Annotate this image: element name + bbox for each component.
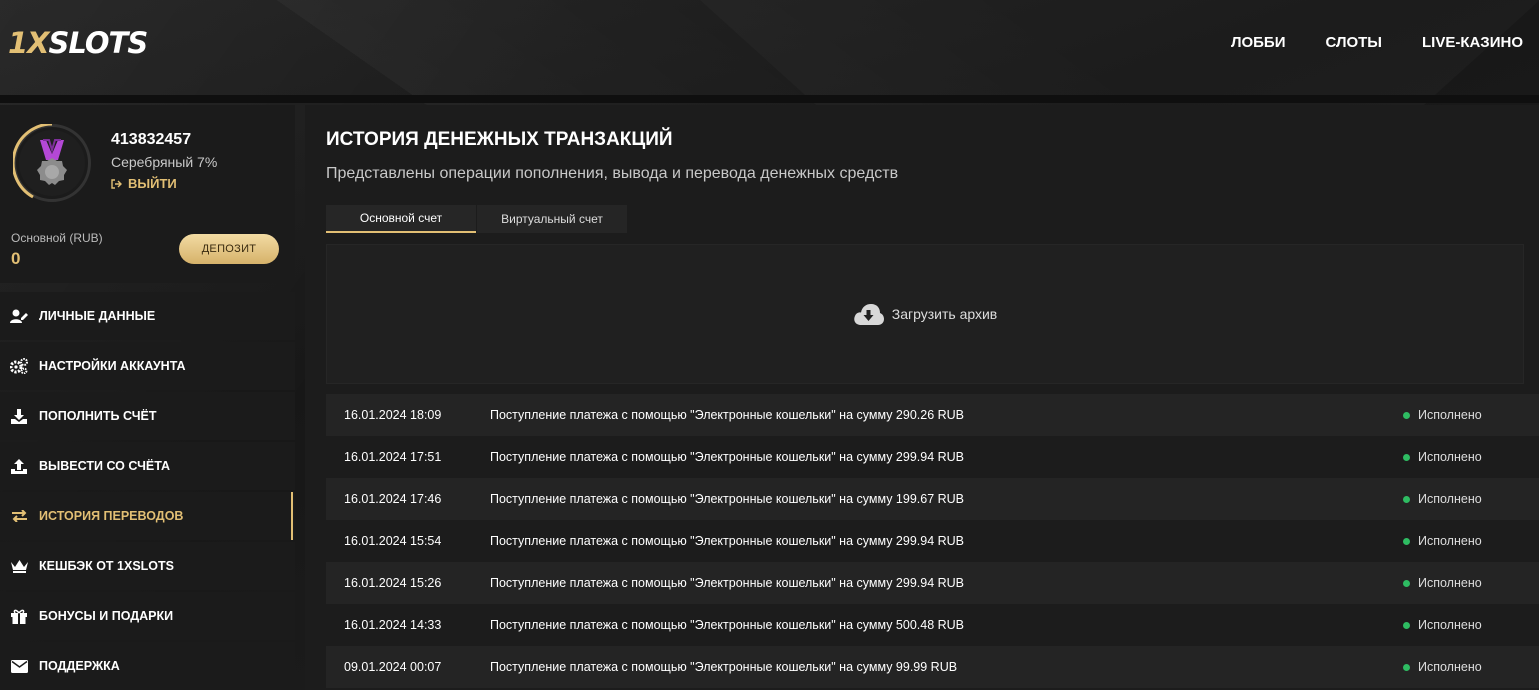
table-row: 16.01.2024 17:46 Поступление платежа с по… (326, 478, 1539, 520)
main-nav: ЛОББИ СЛОТЫ LIVE-КАЗИНО (1231, 34, 1523, 51)
account-menu: ЛИЧНЫЕ ДАННЫЕ НАСТРОЙКИ АККАУНТА ПОПОЛНИ… (0, 292, 295, 690)
deposit-button[interactable]: ДЕПОЗИТ (179, 234, 279, 264)
transaction-status: Исполнено (1403, 492, 1539, 506)
table-row: 16.01.2024 14:33 Поступление платежа с по… (326, 604, 1539, 646)
upload-icon (10, 458, 28, 474)
transaction-status: Исполнено (1403, 576, 1539, 590)
transaction-description: Поступление платежа с помощью "Электронн… (490, 618, 965, 632)
page-title: ИСТОРИЯ ДЕНЕЖНЫХ ТРАНЗАКЦИЙ (326, 129, 673, 150)
avatar (13, 124, 91, 202)
logout-icon (111, 178, 122, 189)
user-id: 413832457 (111, 131, 192, 148)
transaction-status: Исполнено (1403, 408, 1539, 422)
status-dot-icon (1403, 411, 1410, 419)
transactions-table: 16.01.2024 18:09 Поступление платежа с по… (326, 394, 1539, 688)
menu-item-transfer-history[interactable]: ИСТОРИЯ ПЕРЕВОДОВ (0, 492, 295, 540)
transaction-date: 16.01.2024 14:33 (344, 618, 442, 632)
transaction-status: Исполнено (1403, 660, 1539, 674)
status-dot-icon (1403, 495, 1410, 503)
transaction-date: 16.01.2024 17:51 (344, 450, 442, 464)
menu-item-withdraw[interactable]: ВЫВЕСТИ СО СЧЁТА (0, 442, 295, 490)
menu-item-account-settings[interactable]: НАСТРОЙКИ АККАУНТА (0, 342, 295, 390)
menu-item-bonuses[interactable]: БОНУСЫ И ПОДАРКИ (0, 592, 295, 640)
menu-item-personal-data[interactable]: ЛИЧНЫЕ ДАННЫЕ (0, 292, 295, 340)
menu-item-support[interactable]: ПОДДЕРЖКА (0, 642, 295, 690)
page-subtitle: Представлены операции пополнения, вывода… (326, 165, 899, 182)
medal-icon (19, 130, 85, 196)
transaction-date: 16.01.2024 15:26 (344, 576, 442, 590)
gift-icon (10, 608, 28, 624)
table-row: 16.01.2024 15:26 Поступление платежа с по… (326, 562, 1539, 604)
transaction-date: 09.01.2024 00:07 (344, 660, 442, 674)
cloud-download-icon (854, 304, 884, 325)
transaction-date: 16.01.2024 18:09 (344, 408, 442, 422)
crown-icon (10, 558, 28, 574)
balance-label: Основной (RUB) (11, 231, 103, 245)
nav-lobby[interactable]: ЛОББИ (1231, 34, 1286, 51)
table-row: 16.01.2024 18:09 Поступление платежа с по… (326, 394, 1539, 436)
load-archive-button[interactable]: Загрузить архив (326, 244, 1524, 384)
logo[interactable]: 1X SLOTS (8, 26, 148, 60)
user-edit-icon (10, 308, 28, 324)
transaction-description: Поступление платежа с помощью "Электронн… (490, 576, 965, 590)
tab-main-account[interactable]: Основной счет (326, 205, 476, 233)
status-dot-icon (1403, 453, 1410, 461)
table-row: 16.01.2024 15:54 Поступление платежа с по… (326, 520, 1539, 562)
transaction-date: 16.01.2024 15:54 (344, 534, 442, 548)
menu-item-cashback[interactable]: КЕШБЭК ОТ 1XSLOTS (0, 542, 295, 590)
tab-virtual-account[interactable]: Виртуальный счет (477, 205, 627, 233)
table-row: 16.01.2024 17:51 Поступление платежа с по… (326, 436, 1539, 478)
balance-value: 0 (11, 249, 21, 268)
transaction-status: Исполнено (1403, 618, 1539, 632)
sidebar: 413832457 Серебряный 7% ВЫЙТИ Основной (… (0, 105, 295, 690)
gears-icon (10, 358, 28, 374)
header-divider (0, 95, 1539, 103)
user-level: Серебряный 7% (111, 154, 218, 170)
transaction-description: Поступление платежа с помощью "Электронн… (490, 408, 965, 422)
transfer-arrows-icon (10, 508, 28, 524)
logout-link[interactable]: ВЫЙТИ (111, 176, 177, 191)
nav-slots[interactable]: СЛОТЫ (1325, 34, 1382, 51)
transaction-status: Исполнено (1403, 534, 1539, 548)
top-header: 1X SLOTS ЛОББИ СЛОТЫ LIVE-КАЗИНО (0, 0, 1539, 95)
nav-live-casino[interactable]: LIVE-КАЗИНО (1422, 34, 1523, 51)
status-dot-icon (1403, 537, 1410, 545)
transaction-description: Поступление платежа с помощью "Электронн… (490, 660, 958, 674)
status-dot-icon (1403, 663, 1410, 671)
main-content: ИСТОРИЯ ДЕНЕЖНЫХ ТРАНЗАКЦИЙ Представлены… (305, 105, 1539, 690)
download-icon (10, 408, 28, 424)
account-tabs: Основной счет Виртуальный счет (326, 205, 627, 233)
transaction-description: Поступление платежа с помощью "Электронн… (490, 492, 965, 506)
status-dot-icon (1403, 621, 1410, 629)
transaction-description: Поступление платежа с помощью "Электронн… (490, 450, 965, 464)
transaction-description: Поступление платежа с помощью "Электронн… (490, 534, 965, 548)
table-row: 09.01.2024 00:07 Поступление платежа с по… (326, 646, 1539, 688)
transaction-status: Исполнено (1403, 450, 1539, 464)
transaction-date: 16.01.2024 17:46 (344, 492, 442, 506)
profile-card: 413832457 Серебряный 7% ВЫЙТИ Основной (… (0, 105, 295, 283)
envelope-icon (10, 658, 28, 674)
menu-item-deposit[interactable]: ПОПОЛНИТЬ СЧЁТ (0, 392, 295, 440)
status-dot-icon (1403, 579, 1410, 587)
